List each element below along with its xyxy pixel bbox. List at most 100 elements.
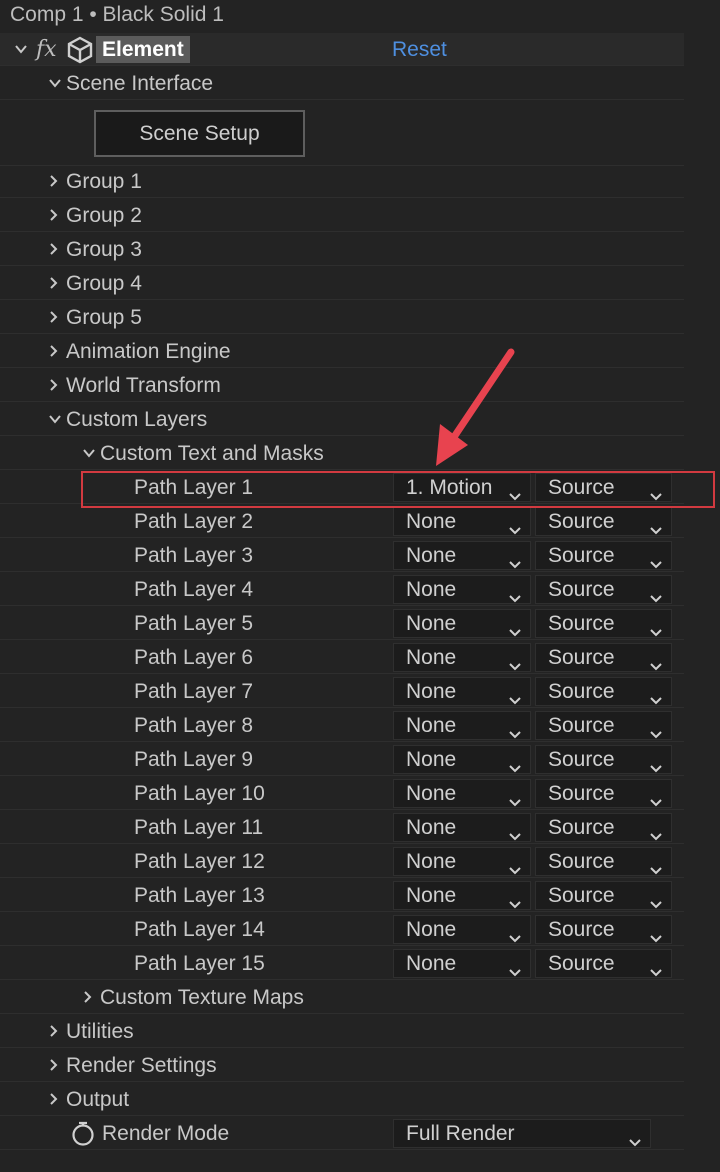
custom-text-masks-label: Custom Text and Masks <box>100 442 324 465</box>
path-layer-source-dropdown[interactable]: None <box>393 541 531 570</box>
chevron-down-icon[interactable] <box>48 412 62 426</box>
path-layer-source-dropdown[interactable]: None <box>393 915 531 944</box>
stopwatch-icon[interactable] <box>70 1121 96 1157</box>
chevron-right-icon[interactable] <box>46 208 60 222</box>
reset-link[interactable]: Reset <box>392 33 447 66</box>
chevron-right-icon[interactable] <box>46 310 60 324</box>
path-layer-mode-dropdown[interactable]: Source <box>535 575 672 604</box>
path-layer-mode-dropdown[interactable]: Source <box>535 507 672 536</box>
path-layer-mode-value: Source <box>548 782 615 805</box>
path-layer-mode-dropdown[interactable]: Source <box>535 541 672 570</box>
path-layer-source-dropdown[interactable]: None <box>393 677 531 706</box>
path-layer-source-dropdown[interactable]: None <box>393 575 531 604</box>
dropdown-caret-icon <box>649 686 663 705</box>
render-mode-dropdown[interactable]: Full Render <box>393 1119 651 1148</box>
dropdown-caret-icon <box>508 890 522 909</box>
dropdown-caret-icon <box>508 924 522 943</box>
path-layer-mode-dropdown[interactable]: Source <box>535 915 672 944</box>
path-layer-row: Path Layer 7 None Source <box>0 675 684 708</box>
path-layer-mode-dropdown[interactable]: Source <box>535 677 672 706</box>
path-layer-source-value: None <box>406 510 457 533</box>
path-layer-row: Path Layer 12 None Source <box>0 845 684 878</box>
path-layer-source-dropdown[interactable]: None <box>393 711 531 740</box>
path-layer-source-value: None <box>406 884 457 907</box>
scene-setup-button[interactable]: Scene Setup <box>94 110 305 157</box>
path-layer-row: Path Layer 11 None Source <box>0 811 684 844</box>
custom-layers-label: Custom Layers <box>66 408 208 431</box>
chevron-right-icon[interactable] <box>46 1024 60 1038</box>
path-layer-row: Path Layer 14 None Source <box>0 913 684 946</box>
scene-interface-row[interactable]: Scene Interface <box>0 67 684 100</box>
path-layer-source-dropdown[interactable]: None <box>393 507 531 536</box>
path-layer-source-dropdown[interactable]: None <box>393 643 531 672</box>
path-layer-mode-value: Source <box>548 816 615 839</box>
path-layer-source-dropdown[interactable]: None <box>393 745 531 774</box>
path-layer-label: Path Layer 10 <box>134 782 265 805</box>
path-layer-source-value: None <box>406 850 457 873</box>
group-row[interactable]: World Transform <box>0 369 684 402</box>
path-layer-mode-dropdown[interactable]: Source <box>535 881 672 910</box>
path-layer-mode-dropdown[interactable]: Source <box>535 711 672 740</box>
path-layer-mode-dropdown[interactable]: Source <box>535 813 672 842</box>
dropdown-caret-icon <box>649 822 663 841</box>
path-layer-source-value: None <box>406 918 457 941</box>
bottom-group-row[interactable]: Output <box>0 1083 684 1116</box>
path-layer-row: Path Layer 15 None Source <box>0 947 684 980</box>
chevron-right-icon[interactable] <box>80 990 94 1004</box>
custom-layers-row[interactable]: Custom Layers <box>0 403 684 436</box>
chevron-down-icon[interactable] <box>14 42 28 56</box>
chevron-right-icon[interactable] <box>46 344 60 358</box>
path-layer-source-dropdown[interactable]: None <box>393 779 531 808</box>
dropdown-caret-icon <box>649 958 663 977</box>
panel-title: Comp 1 • Black Solid 1 <box>10 3 224 26</box>
chevron-right-icon[interactable] <box>46 1092 60 1106</box>
dropdown-caret-icon <box>649 720 663 739</box>
effect-name: Element <box>96 36 190 63</box>
path-layer-label: Path Layer 9 <box>134 748 254 771</box>
custom-text-masks-row[interactable]: Custom Text and Masks <box>0 437 684 470</box>
path-layer-mode-value: Source <box>548 646 615 669</box>
chevron-right-icon[interactable] <box>46 1058 60 1072</box>
path-layer-mode-value: Source <box>548 544 615 567</box>
group-row[interactable]: Animation Engine <box>0 335 684 368</box>
custom-texture-maps-row[interactable]: Custom Texture Maps <box>0 981 684 1014</box>
group-row[interactable]: Group 4 <box>0 267 684 300</box>
path-layer-mode-value: Source <box>548 850 615 873</box>
path-layer-source-dropdown[interactable]: None <box>393 813 531 842</box>
group-row[interactable]: Group 5 <box>0 301 684 334</box>
render-mode-row: Render Mode Full Render <box>0 1117 684 1150</box>
chevron-right-icon[interactable] <box>46 242 60 256</box>
path-layer-label: Path Layer 11 <box>134 816 264 839</box>
path-layer-mode-dropdown[interactable]: Source <box>535 745 672 774</box>
path-layer-mode-dropdown[interactable]: Source <box>535 643 672 672</box>
scene-interface-label: Scene Interface <box>66 72 214 95</box>
bottom-group-label: Utilities <box>66 1020 134 1043</box>
path-layer-mode-dropdown[interactable]: Source <box>535 847 672 876</box>
path-layer-mode-dropdown[interactable]: Source <box>535 609 672 638</box>
chevron-right-icon[interactable] <box>46 174 60 188</box>
path-layer-row: Path Layer 6 None Source <box>0 641 684 674</box>
chevron-right-icon[interactable] <box>46 276 60 290</box>
group-row[interactable]: Group 1 <box>0 165 684 198</box>
path-layer-source-dropdown[interactable]: None <box>393 881 531 910</box>
path-layer-mode-dropdown[interactable]: Source <box>535 779 672 808</box>
fx-icon[interactable]: fx <box>36 33 57 66</box>
group-row[interactable]: Group 2 <box>0 199 684 232</box>
group-row[interactable]: Group 3 <box>0 233 684 266</box>
path-layer-source-dropdown[interactable]: None <box>393 949 531 978</box>
bottom-group-row[interactable]: Render Settings <box>0 1049 684 1082</box>
dropdown-caret-icon <box>508 550 522 569</box>
dropdown-caret-icon <box>649 584 663 603</box>
path-layer-source-value: None <box>406 680 457 703</box>
bottom-group-row[interactable]: Utilities <box>0 1015 684 1048</box>
path-layer-source-dropdown[interactable]: None <box>393 609 531 638</box>
path-layer-source-dropdown[interactable]: None <box>393 847 531 876</box>
chevron-down-icon[interactable] <box>82 446 96 460</box>
path-layer-mode-dropdown[interactable]: Source <box>535 949 672 978</box>
path-layer-row: Path Layer 10 None Source <box>0 777 684 810</box>
render-mode-label: Render Mode <box>102 1122 230 1145</box>
effect-header-row[interactable]: fx Element Reset <box>0 33 684 66</box>
chevron-down-icon[interactable] <box>48 76 62 90</box>
path-layer-source-value: None <box>406 612 457 635</box>
chevron-right-icon[interactable] <box>46 378 60 392</box>
